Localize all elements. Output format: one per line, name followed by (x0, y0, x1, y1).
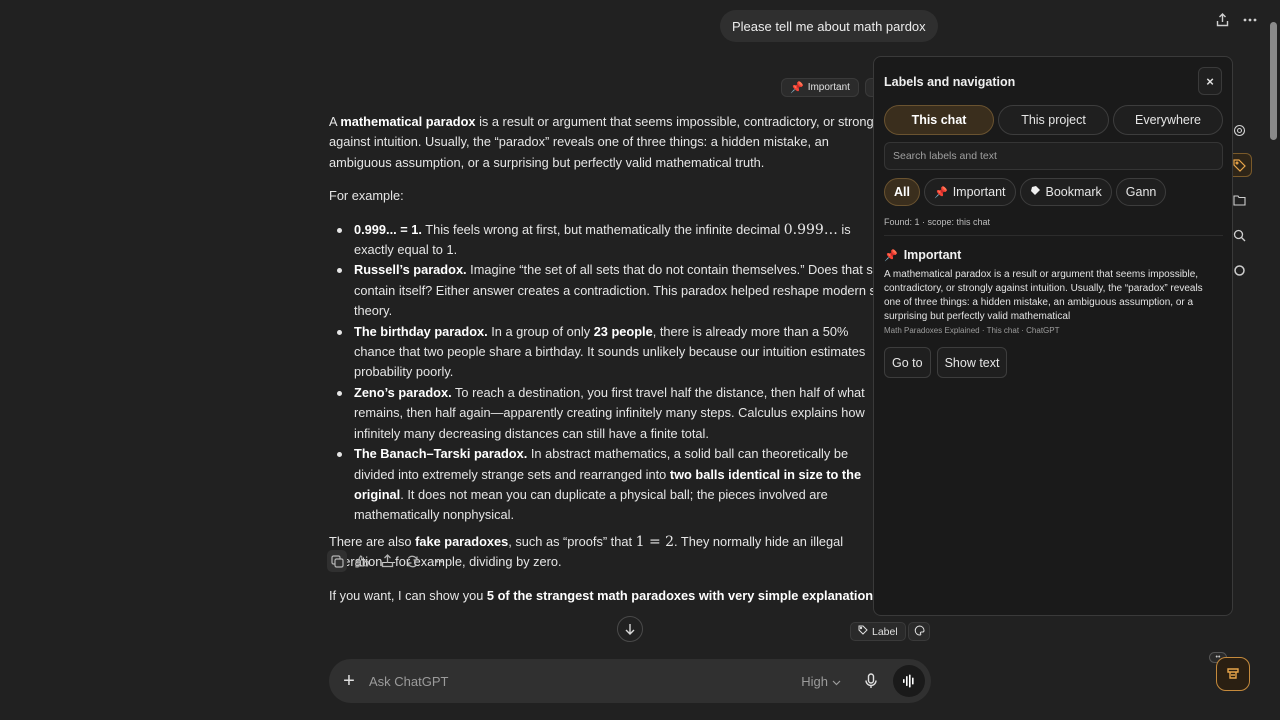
voice-mode-button[interactable] (893, 665, 925, 697)
labels-navigation-panel: Labels and navigation × This chat This p… (873, 56, 1233, 616)
filter-important-label: Important (952, 185, 1006, 199)
important-chip[interactable]: 📌 Important (781, 78, 859, 97)
filter-gann-label: Gann (1125, 185, 1157, 199)
answer-offer: If you want, I can show you 5 of the str… (329, 587, 884, 603)
palette-button[interactable] (908, 622, 930, 641)
scope-tabs: This chat This project Everywhere (884, 105, 1223, 135)
thumbs-icon[interactable] (352, 550, 372, 572)
scroll-down-button[interactable] (617, 616, 643, 642)
tag-icon (858, 625, 868, 638)
list-item: Zeno’s paradox. To reach a destination, … (329, 383, 889, 444)
more-icon[interactable] (1242, 10, 1258, 30)
result-snippet: A mathematical paradox is a result or ar… (884, 269, 1203, 322)
share-response-icon[interactable] (377, 550, 397, 572)
result-label-text: Important (903, 248, 962, 262)
label-filters: All 📌 Important Bookmark Gann (884, 178, 1167, 206)
pin-icon: 📌 (884, 249, 898, 262)
scrollbar[interactable] (1270, 22, 1277, 140)
microphone-icon[interactable] (861, 673, 881, 689)
model-selector-label: High (801, 673, 828, 689)
regenerate-icon[interactable] (402, 550, 422, 572)
pin-icon: 📌 (790, 82, 804, 94)
extension-icon (1225, 665, 1241, 684)
share-icon[interactable] (1214, 10, 1230, 30)
close-button[interactable]: × (1198, 67, 1222, 95)
model-selector[interactable]: High (801, 674, 841, 689)
tab-this-project[interactable]: This project (998, 105, 1109, 135)
result-label: 📌 Important (884, 248, 961, 262)
filter-bookmark[interactable]: Bookmark (1019, 178, 1112, 206)
found-count: Found: 1 · scope: this chat (884, 217, 991, 227)
filter-all[interactable]: All (884, 178, 920, 206)
user-message: Please tell me about math pardox (720, 10, 938, 42)
list-item: 0.999... = 1. This feels wrong at first,… (329, 220, 889, 261)
message-actions (327, 550, 447, 572)
show-text-button[interactable]: Show text (936, 347, 1008, 378)
extension-button[interactable] (1216, 657, 1250, 691)
assistant-answer: A mathematical paradox is a result or ar… (329, 112, 889, 619)
pin-icon: 📌 (933, 186, 948, 199)
filter-all-label: All (894, 185, 910, 199)
result-actions: Go to Show text (884, 347, 1008, 378)
bookmark-icon (1030, 185, 1041, 199)
header-actions (1214, 10, 1258, 30)
answer-for-example: For example: (329, 188, 404, 204)
important-chip-label: Important (807, 82, 850, 93)
tab-this-chat[interactable]: This chat (884, 105, 994, 135)
tab-everywhere[interactable]: Everywhere (1113, 105, 1223, 135)
chat-input[interactable] (369, 673, 802, 689)
filter-gann[interactable]: Gann (1115, 178, 1167, 206)
list-item: The Banach–Tarski paradox. In abstract m… (329, 444, 889, 526)
label-button-text: Label (872, 625, 898, 638)
result-meta: Math Paradoxes Explained · This chat · C… (884, 326, 1060, 335)
search-field (884, 142, 1223, 170)
search-input[interactable] (893, 150, 1222, 162)
panel-title: Labels and navigation (884, 75, 1016, 89)
go-to-button[interactable]: Go to (884, 347, 931, 378)
label-button[interactable]: Label (850, 622, 906, 641)
list-item: The birthday paradox. In a group of only… (329, 322, 889, 383)
divider (884, 235, 1223, 236)
filter-bookmark-label: Bookmark (1045, 185, 1102, 199)
filter-important[interactable]: 📌 Important (923, 178, 1016, 206)
plus-icon[interactable]: + (329, 670, 369, 693)
copy-icon[interactable] (327, 550, 347, 572)
composer: + High (329, 659, 931, 703)
paradox-list: 0.999... = 1. This feels wrong at first,… (329, 220, 889, 526)
palette-icon (914, 624, 925, 639)
answer-intro: A mathematical paradox is a result or ar… (329, 114, 883, 170)
more-actions-icon[interactable] (427, 550, 447, 572)
chevron-down-icon (832, 674, 841, 689)
list-item: Russell’s paradox. Imagine “the set of a… (329, 260, 889, 321)
